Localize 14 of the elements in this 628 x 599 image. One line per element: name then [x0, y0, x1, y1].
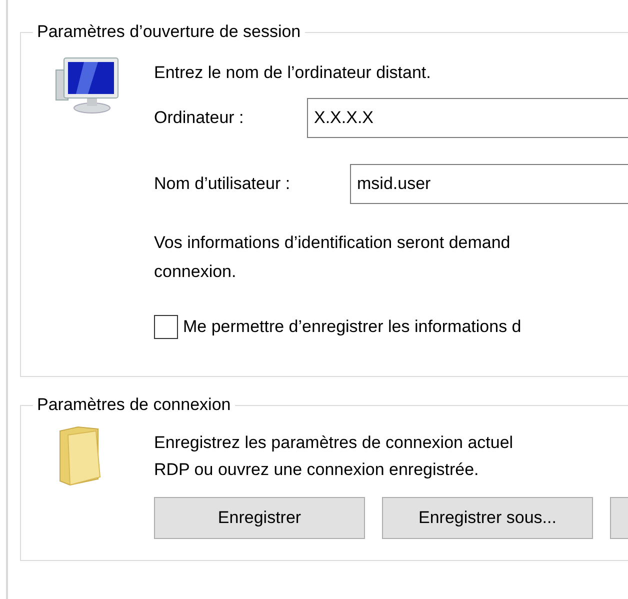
field-label: Nom d’utilisateur :: [154, 174, 292, 194]
info-text: connexion.: [154, 261, 238, 283]
save-button[interactable]: Enregistrer sous...: [382, 497, 593, 539]
text-field[interactable]: X.X.X.X: [307, 98, 628, 138]
field-label: Ordinateur :: [154, 108, 245, 128]
save-button[interactable]: Enregistrer: [154, 497, 365, 539]
instruction-text: Entrez le nom de l’ordinateur distant.: [154, 63, 432, 83]
computer-monitor-icon: [54, 56, 120, 114]
info-text: Vos informations d’identification seront demand: [154, 232, 512, 254]
description-text: RDP ou ouvrez une connexion enregistrée.: [154, 459, 480, 481]
description-text: Enregistrez les paramètres de connexion actuel: [154, 432, 514, 454]
checkbox-label: Me permettre d’enregistrer les informations d: [183, 317, 522, 337]
checkbox[interactable]: [154, 315, 178, 339]
text-field[interactable]: msid.user: [350, 164, 628, 204]
